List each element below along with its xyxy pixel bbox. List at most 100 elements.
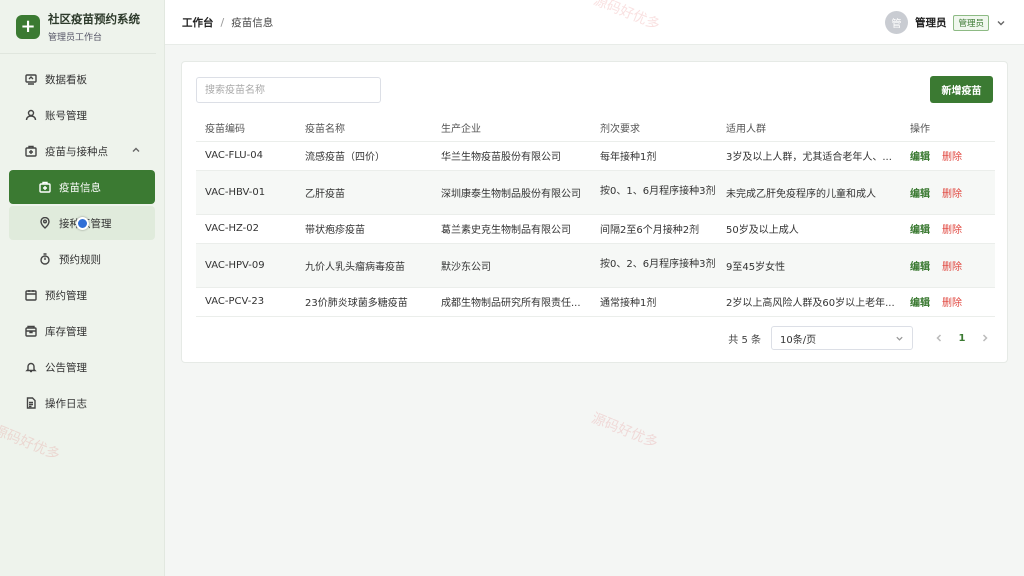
cell-dose: 每年接种1剂 bbox=[591, 141, 717, 171]
breadcrumb-current: 疫苗信息 bbox=[231, 16, 274, 29]
vaccine-table: 疫苗编码 疫苗名称 生产企业 剂次要求 适用人群 操作 VAC-FLU-04 流… bbox=[196, 114, 995, 317]
breadcrumb-separator: / bbox=[220, 15, 225, 29]
user-menu[interactable]: 管 管理员 管理员 bbox=[884, 11, 1006, 34]
top-header: 工作台 / 疫苗信息 管 管理员 管理员 bbox=[165, 0, 1024, 45]
box-icon bbox=[25, 325, 37, 337]
cell-actions: 编辑 删除 bbox=[901, 287, 995, 317]
cell-code: VAC-HZ-02 bbox=[196, 214, 296, 244]
cell-actions: 编辑 删除 bbox=[901, 141, 995, 171]
column-header: 剂次要求 bbox=[591, 114, 717, 142]
watermark: 源码好优多 bbox=[589, 410, 661, 452]
cell-code: VAC-HBV-01 bbox=[196, 170, 296, 215]
page-number[interactable]: 1 bbox=[951, 333, 973, 344]
sidebar-item-label: 预约规则 bbox=[59, 253, 101, 266]
column-header: 疫苗名称 bbox=[296, 114, 432, 142]
edit-button[interactable]: 编辑 bbox=[910, 298, 930, 309]
next-page-icon[interactable] bbox=[977, 330, 993, 346]
mouse-cursor bbox=[76, 217, 89, 230]
cell-people: 3岁及以上人群，尤其适合老年人、... bbox=[717, 141, 901, 171]
sidebar-item-dashboard[interactable]: 数据看板 bbox=[9, 62, 155, 96]
cell-actions: 编辑 删除 bbox=[901, 170, 995, 215]
cell-actions: 编辑 删除 bbox=[901, 243, 995, 288]
cell-people: 未完成乙肝免疫程序的儿童和成人 bbox=[717, 170, 901, 215]
plus-logo-icon: + bbox=[16, 14, 40, 39]
search-input[interactable] bbox=[196, 77, 381, 103]
chevron-down-icon bbox=[895, 334, 904, 343]
edit-button[interactable]: 编辑 bbox=[910, 262, 930, 273]
pagination: 共 5 条 10条/页 1 bbox=[728, 326, 993, 350]
cell-dose: 按0、2、6月程序接种3剂 bbox=[591, 243, 717, 288]
sidebar-group-vaccines-sites[interactable]: 疫苗与接种点 bbox=[9, 134, 155, 168]
page-size-value: 10条/页 bbox=[780, 334, 817, 346]
medkit-icon bbox=[25, 145, 37, 157]
cell-maker: 深圳康泰生物制品股份有限公司 bbox=[432, 170, 591, 215]
table-row: VAC-HZ-02 带状疱疹疫苗 葛兰素史克生物制品有限公司 间隔2至6个月接种… bbox=[196, 214, 995, 244]
cell-people: 9至45岁女性 bbox=[717, 243, 901, 288]
document-icon bbox=[25, 397, 37, 409]
cell-code: VAC-HPV-09 bbox=[196, 243, 296, 288]
sidebar-item-label: 疫苗与接种点 bbox=[45, 145, 108, 158]
total-count: 共 5 条 bbox=[728, 334, 761, 346]
column-header: 操作 bbox=[901, 114, 995, 142]
app-subtitle: 管理员工作台 bbox=[48, 32, 103, 43]
cell-actions: 编辑 删除 bbox=[901, 214, 995, 244]
page-size-select[interactable]: 10条/页 bbox=[771, 326, 913, 350]
sidebar-item-vaccine-info[interactable]: 疫苗信息 bbox=[9, 170, 155, 204]
sidebar-item-logs[interactable]: 操作日志 bbox=[9, 386, 155, 420]
column-header: 疫苗编码 bbox=[196, 114, 296, 142]
sidebar-menu: 数据看板 账号管理 疫苗与接种点 疫苗信息 接种点管理 预约规则 预约管理 bbox=[0, 62, 164, 420]
sidebar-item-sites[interactable]: 接种点管理 bbox=[9, 206, 155, 240]
edit-button[interactable]: 编辑 bbox=[910, 152, 930, 163]
sidebar-item-label: 账号管理 bbox=[45, 109, 87, 122]
add-vaccine-button[interactable]: 新增疫苗 bbox=[930, 76, 993, 103]
calendar-icon bbox=[25, 289, 37, 301]
breadcrumb-root[interactable]: 工作台 bbox=[182, 15, 214, 30]
cell-name: 流感疫苗（四价） bbox=[296, 141, 432, 171]
vaccine-list-card: 新增疫苗 疫苗编码 疫苗名称 生产企业 剂次要求 适用人群 操作 VAC-FLU… bbox=[181, 61, 1008, 363]
brand: + 社区疫苗预约系统 管理员工作台 bbox=[0, 0, 156, 54]
sidebar-item-booking-rules[interactable]: 预约规则 bbox=[9, 242, 155, 276]
table-row: VAC-HPV-09 九价人乳头瘤病毒疫苗 默沙东公司 按0、2、6月程序接种3… bbox=[196, 243, 995, 288]
sidebar-item-label: 预约管理 bbox=[45, 289, 87, 302]
table-row: VAC-PCV-23 23价肺炎球菌多糖疫苗 成都生物制品研究所有限责任... … bbox=[196, 287, 995, 317]
column-header: 生产企业 bbox=[432, 114, 591, 142]
cell-dose: 通常接种1剂 bbox=[591, 287, 717, 317]
user-icon bbox=[25, 109, 37, 121]
location-pin-icon bbox=[39, 217, 51, 229]
cell-code: VAC-PCV-23 bbox=[196, 287, 296, 317]
sidebar-item-label: 数据看板 bbox=[45, 73, 87, 86]
brand-text: 社区疫苗预约系统 管理员工作台 bbox=[48, 11, 140, 43]
delete-button[interactable]: 删除 bbox=[942, 298, 962, 309]
cell-maker: 成都生物制品研究所有限责任... bbox=[432, 287, 591, 317]
role-badge: 管理员 bbox=[953, 14, 989, 31]
sidebar-item-accounts[interactable]: 账号管理 bbox=[9, 98, 155, 132]
chevron-up-icon bbox=[131, 145, 141, 155]
sidebar-item-bookings[interactable]: 预约管理 bbox=[9, 278, 155, 312]
sidebar-item-label: 疫苗信息 bbox=[59, 181, 101, 194]
cell-maker: 葛兰素史克生物制品有限公司 bbox=[432, 214, 591, 244]
sidebar-item-label: 库存管理 bbox=[45, 325, 87, 338]
medkit-icon bbox=[39, 181, 51, 193]
sidebar-item-announcements[interactable]: 公告管理 bbox=[9, 350, 155, 384]
avatar: 管 bbox=[884, 11, 908, 34]
sidebar: + 社区疫苗预约系统 管理员工作台 数据看板 账号管理 疫苗与接种点 疫苗信息 … bbox=[0, 0, 165, 576]
delete-button[interactable]: 删除 bbox=[942, 262, 962, 273]
timer-icon bbox=[39, 253, 51, 265]
cell-dose: 间隔2至6个月接种2剂 bbox=[591, 214, 717, 244]
delete-button[interactable]: 删除 bbox=[942, 189, 962, 200]
cell-maker: 默沙东公司 bbox=[432, 243, 591, 288]
delete-button[interactable]: 删除 bbox=[942, 225, 962, 236]
bell-icon bbox=[25, 361, 37, 373]
prev-page-icon[interactable] bbox=[931, 330, 947, 346]
cell-dose: 按0、1、6月程序接种3剂 bbox=[591, 170, 717, 215]
dashboard-icon bbox=[25, 73, 37, 85]
sidebar-item-label: 公告管理 bbox=[45, 361, 87, 374]
sidebar-item-inventory[interactable]: 库存管理 bbox=[9, 314, 155, 348]
app-title: 社区疫苗预约系统 bbox=[48, 11, 140, 26]
edit-button[interactable]: 编辑 bbox=[910, 225, 930, 236]
edit-button[interactable]: 编辑 bbox=[910, 189, 930, 200]
table-header-row: 疫苗编码 疫苗名称 生产企业 剂次要求 适用人群 操作 bbox=[196, 114, 995, 142]
user-name: 管理员 bbox=[914, 17, 947, 29]
cell-name: 23价肺炎球菌多糖疫苗 bbox=[296, 287, 432, 317]
delete-button[interactable]: 删除 bbox=[942, 152, 962, 163]
